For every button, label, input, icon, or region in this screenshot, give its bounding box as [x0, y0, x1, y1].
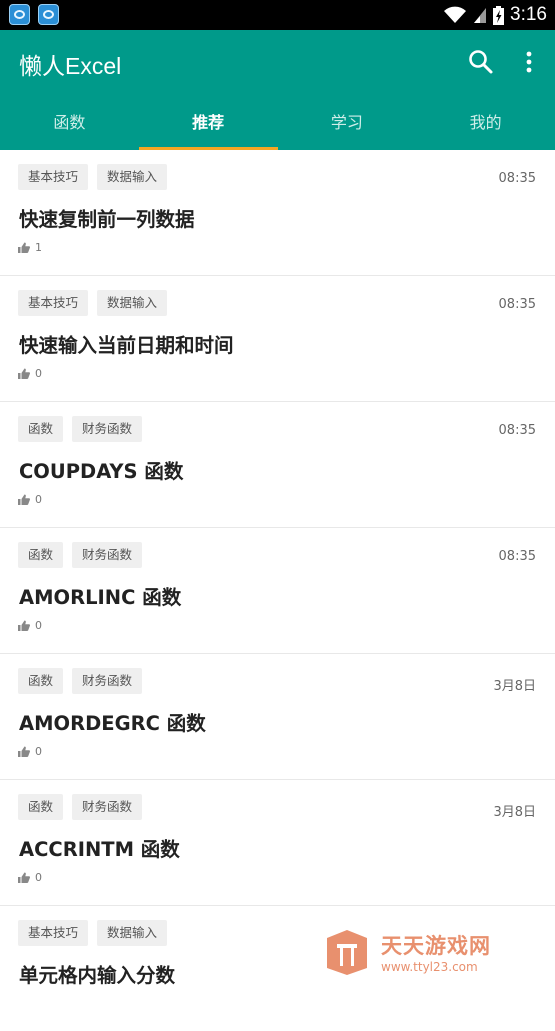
- article-card[interactable]: 基本技巧 数据输入 08:35 快速复制前一列数据 1: [0, 150, 555, 276]
- tag-group: 函数 财务函数: [18, 668, 143, 694]
- article-time: 3月8日: [493, 679, 536, 694]
- like-number: 0: [35, 367, 42, 380]
- category-tag[interactable]: 基本技巧: [18, 920, 89, 946]
- like-number: 0: [35, 493, 42, 506]
- status-time: 3:16: [510, 4, 547, 25]
- like-count: 1: [18, 241, 42, 254]
- article-title[interactable]: 单元格内输入分数: [19, 959, 175, 988]
- article-time: 08:35: [498, 171, 536, 186]
- status-bar: 3:16: [0, 0, 555, 30]
- subcategory-tag[interactable]: 财务函数: [72, 794, 143, 820]
- article-time: 3月8日: [493, 805, 536, 820]
- tag-group: 函数 财务函数: [18, 542, 143, 568]
- article-title[interactable]: AMORDEGRC 函数: [19, 707, 206, 736]
- tag-group: 函数 财务函数: [18, 416, 143, 442]
- article-title[interactable]: AMORLINC 函数: [19, 581, 181, 610]
- article-title[interactable]: ACCRINTM 函数: [19, 833, 180, 862]
- thumbs-up-icon: [18, 872, 30, 883]
- watermark-name: 天天游戏网: [381, 934, 491, 958]
- watermark-text: 天天游戏网 www.ttyl23.com: [381, 930, 491, 974]
- like-count: 0: [18, 871, 42, 884]
- tab-label: 函数: [53, 113, 86, 132]
- more-vert-icon[interactable]: [513, 46, 545, 78]
- subcategory-tag[interactable]: 财务函数: [72, 416, 143, 442]
- thumbs-up-icon: [18, 368, 30, 379]
- like-count: 0: [18, 619, 42, 632]
- search-icon[interactable]: [465, 46, 497, 78]
- subcategory-tag[interactable]: 财务函数: [72, 668, 143, 694]
- subcategory-tag[interactable]: 数据输入: [97, 920, 168, 946]
- article-card[interactable]: 函数 财务函数 3月8日 ACCRINTM 函数 0: [0, 780, 555, 906]
- like-number: 0: [35, 619, 42, 632]
- article-card[interactable]: 函数 财务函数 08:35 COUPDAYS 函数 0: [0, 402, 555, 528]
- article-card[interactable]: 基本技巧 数据输入 08:35 快速输入当前日期和时间 0: [0, 276, 555, 402]
- like-count: 0: [18, 493, 42, 506]
- app-bar: 懒人Excel 函数 推荐 学习 我的: [0, 30, 555, 150]
- article-time: 08:35: [498, 297, 536, 312]
- tag-group: 基本技巧 数据输入: [18, 290, 168, 316]
- app-notification-icon: [38, 4, 59, 25]
- app-title: 懒人Excel: [19, 53, 122, 79]
- article-time: 08:35: [498, 549, 536, 564]
- tag-group: 函数 财务函数: [18, 794, 143, 820]
- watermark: 天天游戏网 www.ttyl23.com: [323, 928, 513, 976]
- tab-bar: 函数 推荐 学习 我的: [0, 92, 555, 150]
- article-title[interactable]: 快速输入当前日期和时间: [19, 329, 234, 358]
- category-tag[interactable]: 函数: [18, 542, 64, 568]
- tag-group: 基本技巧 数据输入: [18, 164, 168, 190]
- article-list: 基本技巧 数据输入 08:35 快速复制前一列数据 1 基本技巧 数据输入 08…: [0, 150, 555, 1031]
- like-count: 0: [18, 745, 42, 758]
- article-time: 08:35: [498, 423, 536, 438]
- tab-functions[interactable]: 函数: [0, 92, 139, 150]
- subcategory-tag[interactable]: 数据输入: [97, 290, 168, 316]
- tab-learn[interactable]: 学习: [278, 92, 417, 150]
- app-notification-icon: [9, 4, 30, 25]
- thumbs-up-icon: [18, 620, 30, 631]
- subcategory-tag[interactable]: 数据输入: [97, 164, 168, 190]
- subcategory-tag[interactable]: 财务函数: [72, 542, 143, 568]
- tab-label: 我的: [469, 113, 502, 132]
- tag-group: 基本技巧 数据输入: [18, 920, 168, 946]
- category-tag[interactable]: 函数: [18, 416, 64, 442]
- like-number: 1: [35, 241, 42, 254]
- watermark-logo-icon: [327, 930, 367, 975]
- wifi-icon: [444, 6, 467, 23]
- category-tag[interactable]: 基本技巧: [18, 290, 89, 316]
- signal-icon: [474, 8, 487, 23]
- battery-charging-icon: [493, 5, 505, 25]
- article-card[interactable]: 函数 财务函数 3月8日 AMORDEGRC 函数 0: [0, 654, 555, 780]
- tab-mine[interactable]: 我的: [416, 92, 555, 150]
- thumbs-up-icon: [18, 746, 30, 757]
- category-tag[interactable]: 基本技巧: [18, 164, 89, 190]
- like-number: 0: [35, 745, 42, 758]
- watermark-url: www.ttyl23.com: [381, 960, 478, 974]
- thumbs-up-icon: [18, 242, 30, 253]
- category-tag[interactable]: 函数: [18, 794, 64, 820]
- article-title[interactable]: COUPDAYS 函数: [19, 455, 183, 484]
- category-tag[interactable]: 函数: [18, 668, 64, 694]
- article-title[interactable]: 快速复制前一列数据: [19, 203, 195, 232]
- tab-label: 推荐: [192, 113, 225, 132]
- article-card[interactable]: 函数 财务函数 08:35 AMORLINC 函数 0: [0, 528, 555, 654]
- like-number: 0: [35, 871, 42, 884]
- thumbs-up-icon: [18, 494, 30, 505]
- like-count: 0: [18, 367, 42, 380]
- tab-recommended[interactable]: 推荐: [138, 92, 278, 150]
- tab-label: 学习: [330, 113, 363, 132]
